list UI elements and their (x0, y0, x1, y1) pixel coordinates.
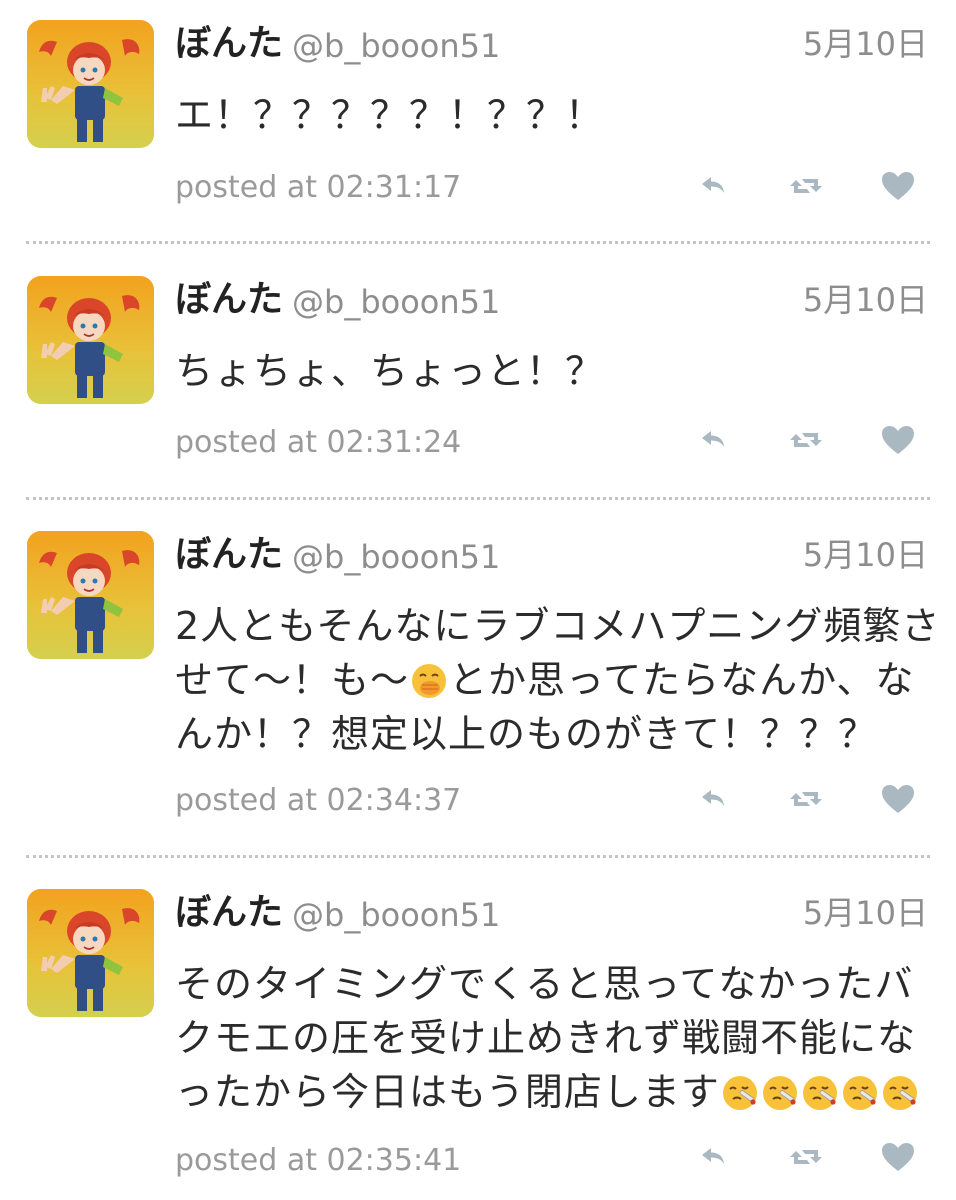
user-handle[interactable]: @b_booon51 (292, 26, 500, 66)
like-button[interactable] (878, 420, 918, 460)
reply-button[interactable] (694, 779, 734, 819)
retweet-button[interactable] (786, 166, 826, 206)
divider (26, 497, 930, 500)
tweet-date[interactable]: 5月10日 (803, 893, 928, 933)
retweet-icon (788, 171, 824, 201)
tweet-date[interactable]: 5月10日 (803, 280, 928, 320)
reply-icon (699, 784, 729, 814)
face-with-thermometer-emoji (882, 1075, 918, 1111)
tweet: ぼんた @b_booon51 5月10日 2人ともそんなにラブコメハプニング頻繁… (0, 511, 956, 856)
hand-over-mouth-emoji (411, 663, 447, 699)
face-with-thermometer-emoji (762, 1075, 798, 1111)
tweet-actions (690, 779, 930, 819)
avatar[interactable] (27, 531, 154, 659)
reply-icon (699, 1142, 729, 1172)
tweet-text: ちょちょ、ちょっと！？ (175, 349, 605, 393)
reply-button[interactable] (694, 1137, 734, 1177)
retweet-button[interactable] (786, 1137, 826, 1177)
tweet-actions (690, 166, 930, 206)
retweet-button[interactable] (786, 420, 826, 460)
heart-icon (880, 424, 916, 456)
heart-icon (880, 783, 916, 815)
reply-button[interactable] (694, 420, 734, 460)
retweet-button[interactable] (786, 779, 826, 819)
heart-icon (880, 170, 916, 202)
user-handle[interactable]: @b_booon51 (292, 895, 500, 935)
avatar[interactable] (27, 276, 154, 404)
like-button[interactable] (878, 1137, 918, 1177)
display-name[interactable]: ぼんた (175, 891, 283, 935)
emoji-group (720, 1070, 920, 1114)
user-handle[interactable]: @b_booon51 (292, 282, 500, 322)
reply-icon (699, 171, 729, 201)
tweet-text: エ！？？？？？！？？！ (175, 93, 605, 137)
posted-time: posted at 02:35:41 (175, 1143, 462, 1178)
retweet-icon (788, 1142, 824, 1172)
tweet: ぼんた @b_booon51 5月10日 ちょちょ、ちょっと！？ posted … (0, 256, 956, 498)
posted-time: posted at 02:31:17 (175, 170, 462, 205)
tweet: ぼんた @b_booon51 5月10日 そのタイミングでくると思ってなかったバ… (0, 869, 956, 1200)
like-button[interactable] (878, 166, 918, 206)
face-with-thermometer-emoji (802, 1075, 838, 1111)
tweet-date[interactable]: 5月10日 (803, 24, 928, 64)
face-with-thermometer-emoji (842, 1075, 878, 1111)
display-name[interactable]: ぼんた (175, 533, 283, 577)
retweet-icon (788, 784, 824, 814)
face-with-thermometer-emoji (722, 1075, 758, 1111)
divider (26, 855, 930, 858)
like-button[interactable] (878, 779, 918, 819)
divider (26, 241, 930, 244)
avatar[interactable] (27, 889, 154, 1017)
tweet-actions (690, 1137, 930, 1177)
display-name[interactable]: ぼんた (175, 278, 283, 322)
tweet-text: 2人ともそんなにラブコメハプニング頻繁させて〜！も〜 とか思ってたらなんか、なん… (175, 599, 945, 761)
tweet-date[interactable]: 5月10日 (803, 535, 928, 575)
tweet-text: そのタイミングでくると思ってなかったバクモエの圧を受け止めきれず戦闘不能になった… (175, 957, 945, 1119)
display-name[interactable]: ぼんた (175, 22, 283, 66)
reply-icon (699, 425, 729, 455)
timeline: ぼんた @b_booon51 5月10日 エ！？？？？？！？？！ posted … (0, 0, 956, 1200)
tweet-actions (690, 420, 930, 460)
user-handle[interactable]: @b_booon51 (292, 537, 500, 577)
avatar[interactable] (27, 20, 154, 148)
heart-icon (880, 1141, 916, 1173)
posted-time: posted at 02:31:24 (175, 425, 462, 460)
tweet: ぼんた @b_booon51 5月10日 エ！？？？？？！？？！ posted … (0, 0, 956, 242)
posted-time: posted at 02:34:37 (175, 783, 462, 818)
reply-button[interactable] (694, 166, 734, 206)
retweet-icon (788, 425, 824, 455)
